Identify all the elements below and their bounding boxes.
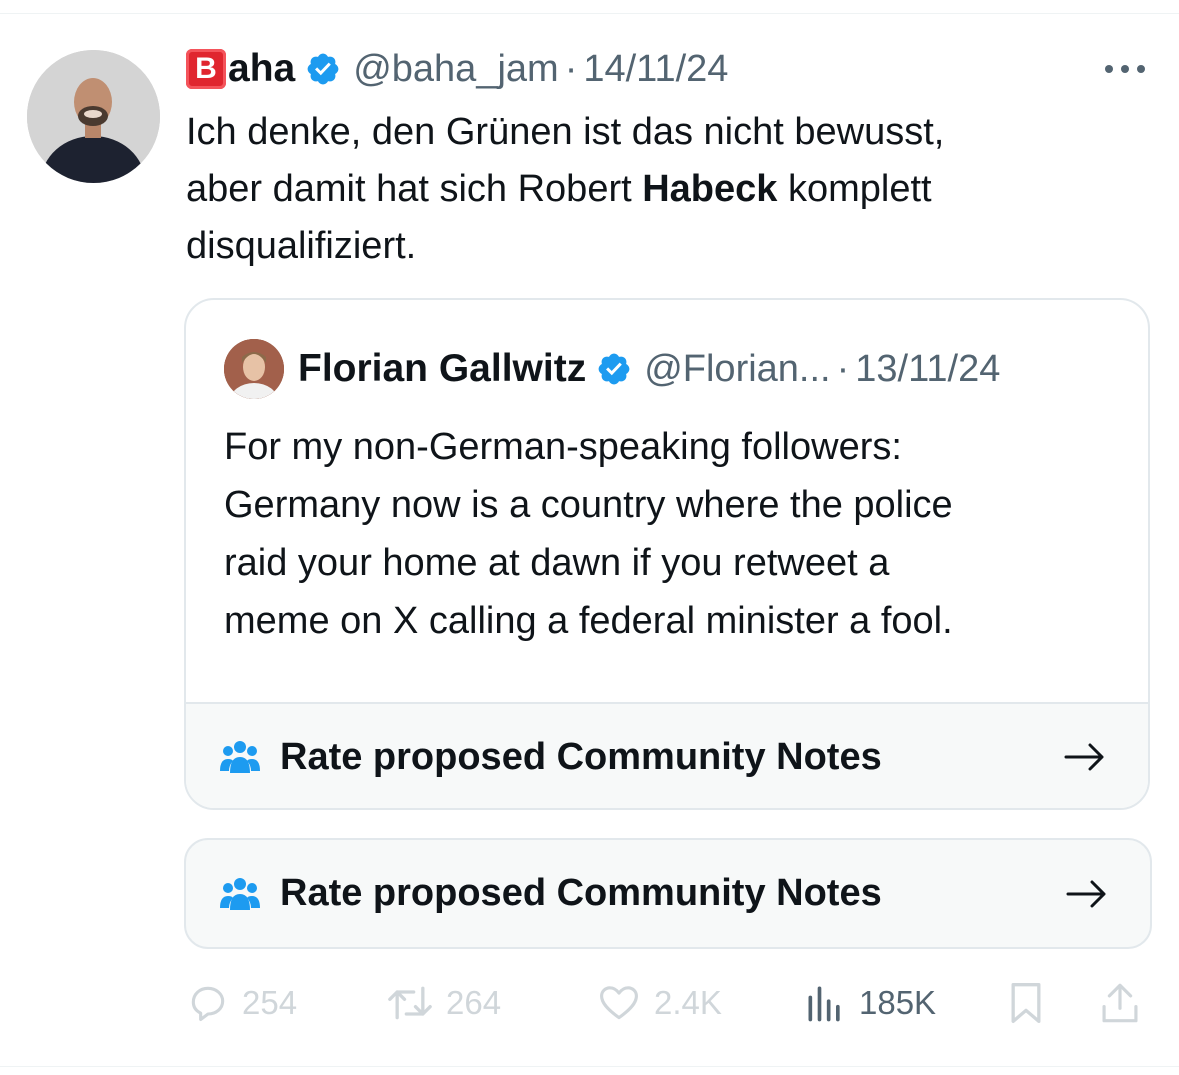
reply-button[interactable]: 254: [186, 975, 297, 1031]
people-icon: [220, 739, 260, 775]
community-notes-label: Rate proposed Community Notes: [280, 735, 882, 778]
quoted-text-line: meme on X calling a federal minister a f…: [224, 600, 953, 642]
tweet-text-line: aber damit hat sich Robert Habeck komple…: [186, 168, 932, 210]
retweet-count: 264: [446, 984, 502, 1021]
quoted-tweet-date[interactable]: 13/11/24: [855, 348, 1000, 391]
tweet-text-line: disqualifiziert.: [186, 225, 417, 267]
author-avatar-image: [27, 50, 160, 183]
author-name[interactable]: aha: [228, 47, 295, 91]
quoted-author-name[interactable]: Florian Gallwitz: [298, 347, 586, 391]
quoted-tweet-header: Florian Gallwitz @Florian... · 13/11/24: [224, 338, 1000, 400]
reply-count: 254: [242, 984, 298, 1021]
views-count: 185K: [859, 984, 937, 1021]
people-icon: [220, 876, 260, 912]
quoted-tweet-text: For my non-German-speaking followers: Ge…: [224, 418, 1124, 650]
tweet-text: Ich denke, den Grünen ist das nicht bewu…: [186, 104, 1146, 275]
author-avatar[interactable]: [27, 50, 160, 183]
tweet-actions-bar: 254 264 2.4K 185K: [186, 975, 1146, 1031]
heart-icon: [600, 986, 638, 1020]
tweet-text-line: Ich denke, den Grünen ist das nicht bewu…: [186, 111, 945, 153]
author-handle[interactable]: @baha_jam: [353, 48, 558, 91]
share-icon: [1102, 983, 1138, 1023]
arrow-right-icon: [1066, 878, 1108, 910]
views-button[interactable]: 185K: [803, 975, 936, 1031]
arrow-right-icon: [1064, 741, 1106, 773]
tweet-date[interactable]: 14/11/24: [583, 48, 728, 91]
quoted-text-line: Germany now is a country where the polic…: [224, 484, 953, 526]
bottom-divider: [0, 1066, 1179, 1067]
mention-habeck[interactable]: Habeck: [642, 168, 777, 210]
quoted-community-notes-button[interactable]: Rate proposed Community Notes: [186, 702, 1148, 808]
bookmark-button[interactable]: [1004, 975, 1048, 1031]
quoted-text-line: raid your home at dawn if you retweet a: [224, 542, 890, 584]
quoted-avatar-image: [224, 339, 284, 399]
bookmark-icon: [1011, 983, 1041, 1023]
quoted-tweet-card[interactable]: Florian Gallwitz @Florian... · 13/11/24 …: [184, 298, 1150, 810]
retweet-button[interactable]: 264: [386, 975, 501, 1031]
quoted-author-avatar[interactable]: [224, 339, 284, 399]
quoted-author-handle[interactable]: @Florian...: [644, 348, 830, 391]
quoted-text-line: For my non-German-speaking followers:: [224, 426, 902, 468]
verified-badge-icon: [305, 51, 341, 87]
more-horizontal-icon[interactable]: [1100, 54, 1150, 84]
top-divider: [0, 13, 1179, 14]
verified-badge-icon: [596, 351, 632, 387]
tweet-header: B aha @baha_jam · 14/11/24: [186, 44, 728, 94]
community-notes-button[interactable]: Rate proposed Community Notes: [184, 838, 1152, 949]
share-button[interactable]: [1098, 975, 1142, 1031]
views-chart-icon: [808, 986, 840, 1022]
separator-dot: ·: [836, 347, 850, 390]
reply-icon: [191, 986, 225, 1022]
like-count: 2.4K: [654, 984, 722, 1021]
like-button[interactable]: 2.4K: [596, 975, 722, 1031]
separator-dot: ·: [564, 47, 578, 90]
retweet-icon: [388, 986, 432, 1020]
community-notes-label: Rate proposed Community Notes: [280, 872, 882, 914]
b-emoji-badge: B: [186, 49, 226, 89]
